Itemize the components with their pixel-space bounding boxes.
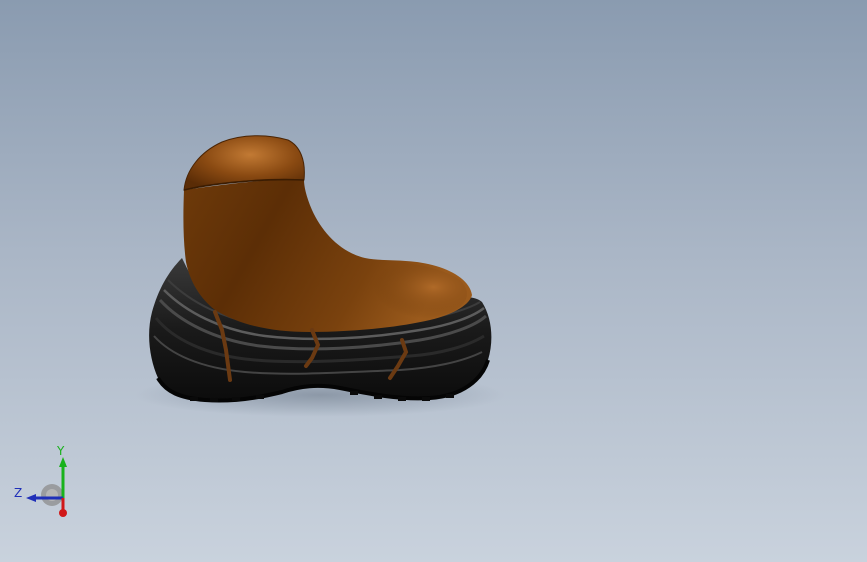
z-axis-label: Z — [14, 486, 23, 500]
x-axis-tip — [59, 509, 67, 517]
boot-model[interactable] — [0, 0, 867, 562]
triad-graphic — [26, 457, 67, 517]
z-axis-arrow — [26, 494, 36, 502]
graphics-viewport[interactable]: Y Z — [0, 0, 867, 562]
y-axis-label: Y — [57, 444, 65, 458]
reference-triad[interactable]: Y Z — [10, 445, 80, 525]
y-axis-arrow — [59, 457, 67, 467]
